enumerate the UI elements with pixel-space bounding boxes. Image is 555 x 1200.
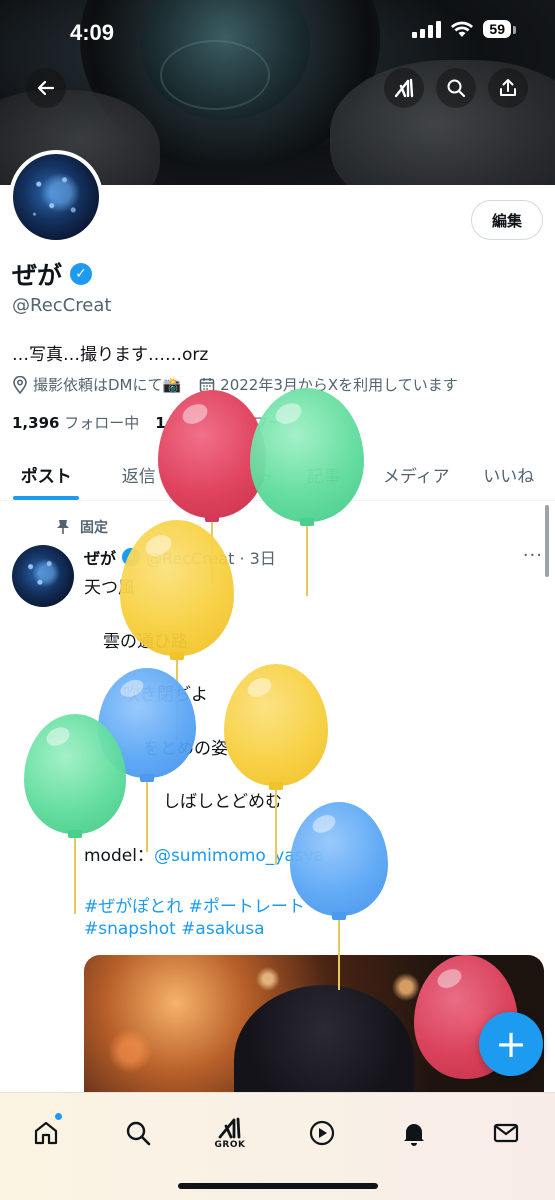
nav-video[interactable]	[298, 1109, 346, 1157]
joined-text: 2022年3月からXを利用しています	[220, 376, 458, 394]
pin-icon	[57, 520, 69, 534]
battery-icon: 59	[483, 20, 516, 38]
post-author-name[interactable]: ぜが	[84, 545, 116, 569]
banner-lens-ring	[160, 40, 270, 110]
verified-badge-icon: ✓	[122, 548, 141, 566]
status-time: 4:09	[70, 20, 115, 45]
balloon-green-2	[24, 714, 126, 914]
wifi-icon	[451, 21, 474, 37]
profile-bio: …写真…撮ります……orz	[12, 345, 209, 365]
profile-location: 撮影依頼はDMにて📸	[12, 374, 181, 395]
nav-home[interactable]	[22, 1109, 70, 1157]
cellular-signal-icon	[412, 20, 442, 38]
tab-articles[interactable]: 記事	[278, 448, 371, 500]
post-hashtags-line-2[interactable]: #snapshot #asakusa	[84, 919, 265, 939]
grok-label: GROK	[214, 1139, 246, 1150]
nav-grok[interactable]: GROK	[206, 1109, 254, 1157]
tab-highlights[interactable]: ハイライト	[185, 448, 278, 500]
calendar-icon	[199, 377, 215, 392]
share-icon	[500, 79, 516, 96]
compose-post-button[interactable]: +	[479, 1012, 543, 1076]
model-label: model：	[84, 846, 154, 866]
scrollbar[interactable]	[545, 505, 549, 577]
post-text-line: をとめの姿	[143, 739, 228, 759]
nav-notifications[interactable]	[390, 1109, 438, 1157]
post-text-line: 天つ風	[84, 578, 135, 598]
profile-handle: @RecCreat	[12, 295, 112, 316]
nav-search[interactable]	[114, 1109, 162, 1157]
status-indicators: 59	[412, 20, 516, 38]
location-text: 撮影依頼はDMにて📸	[33, 376, 182, 394]
post-text-line: しばしとどめむ	[163, 792, 282, 812]
post-text-line: 吹き閉ぢよ	[123, 685, 208, 705]
profile-joined: 2022年3月からXを利用しています	[199, 374, 458, 395]
search-icon	[126, 1121, 151, 1146]
profile-avatar[interactable]	[9, 150, 103, 244]
post-model-line: model：@sumimomo_yasya	[84, 841, 324, 866]
nav-messages[interactable]	[482, 1109, 530, 1157]
back-arrow-icon	[37, 80, 55, 96]
profile-follow-counts: 1,396 フォロー中 1,712 フォロワー	[12, 412, 283, 433]
followers-link[interactable]: 1,712 フォロワー	[155, 412, 282, 433]
edit-profile-button[interactable]: 編集	[470, 200, 543, 240]
tab-posts[interactable]: ポスト	[0, 448, 93, 500]
post-handle-time: @RecCreat · 3日	[146, 549, 276, 568]
video-icon	[309, 1120, 335, 1146]
profile-meta: 撮影依頼はDMにて📸 2022年3月からXを利用しています	[12, 374, 458, 395]
tab-likes[interactable]: いいね	[463, 448, 555, 500]
post-media-image[interactable]	[84, 955, 544, 1115]
post-header: ぜが ✓ @RecCreat · 3日	[84, 545, 276, 569]
grok-icon	[394, 78, 414, 98]
pinned-label: 固定	[80, 520, 108, 536]
grok-icon	[218, 1117, 241, 1138]
pinned-indicator: 固定	[56, 517, 108, 537]
search-button[interactable]	[436, 68, 476, 108]
verified-badge-icon[interactable]: ✓	[70, 263, 93, 285]
model-mention-link[interactable]: @sumimomo_yasya	[154, 846, 324, 866]
followers-label: フォロワー	[207, 414, 283, 432]
tab-media[interactable]: メディア	[370, 448, 463, 500]
location-pin-icon	[13, 375, 27, 394]
balloon-yellow-2	[224, 664, 328, 864]
following-link[interactable]: 1,396 フォロー中	[12, 412, 139, 433]
tab-replies[interactable]: 返信	[93, 448, 186, 500]
home-notification-dot	[55, 1113, 62, 1120]
followers-count: 1,712	[155, 414, 203, 432]
notifications-icon	[404, 1124, 424, 1146]
share-button[interactable]	[488, 68, 528, 108]
post-more-button[interactable]: ···	[523, 545, 543, 566]
following-label: フォロー中	[64, 414, 140, 432]
post-text-line: 雲の通ひ路	[103, 632, 188, 652]
messages-icon	[493, 1123, 519, 1143]
home-indicator[interactable]	[178, 1183, 378, 1189]
back-button[interactable]	[26, 68, 66, 108]
following-count: 1,396	[12, 414, 60, 432]
search-icon	[447, 79, 466, 98]
post-hashtags-line-1[interactable]: #ぜがぽとれ #ポートレート	[84, 892, 305, 917]
display-name-text: ぜが	[12, 261, 63, 290]
post-avatar[interactable]	[12, 545, 74, 607]
grok-button[interactable]	[384, 68, 424, 108]
home-icon	[34, 1121, 58, 1145]
profile-display-name: ぜが ✓	[12, 256, 93, 292]
profile-tabs: ポスト 返信 ハイライト 記事 メディア いいね	[0, 448, 555, 501]
